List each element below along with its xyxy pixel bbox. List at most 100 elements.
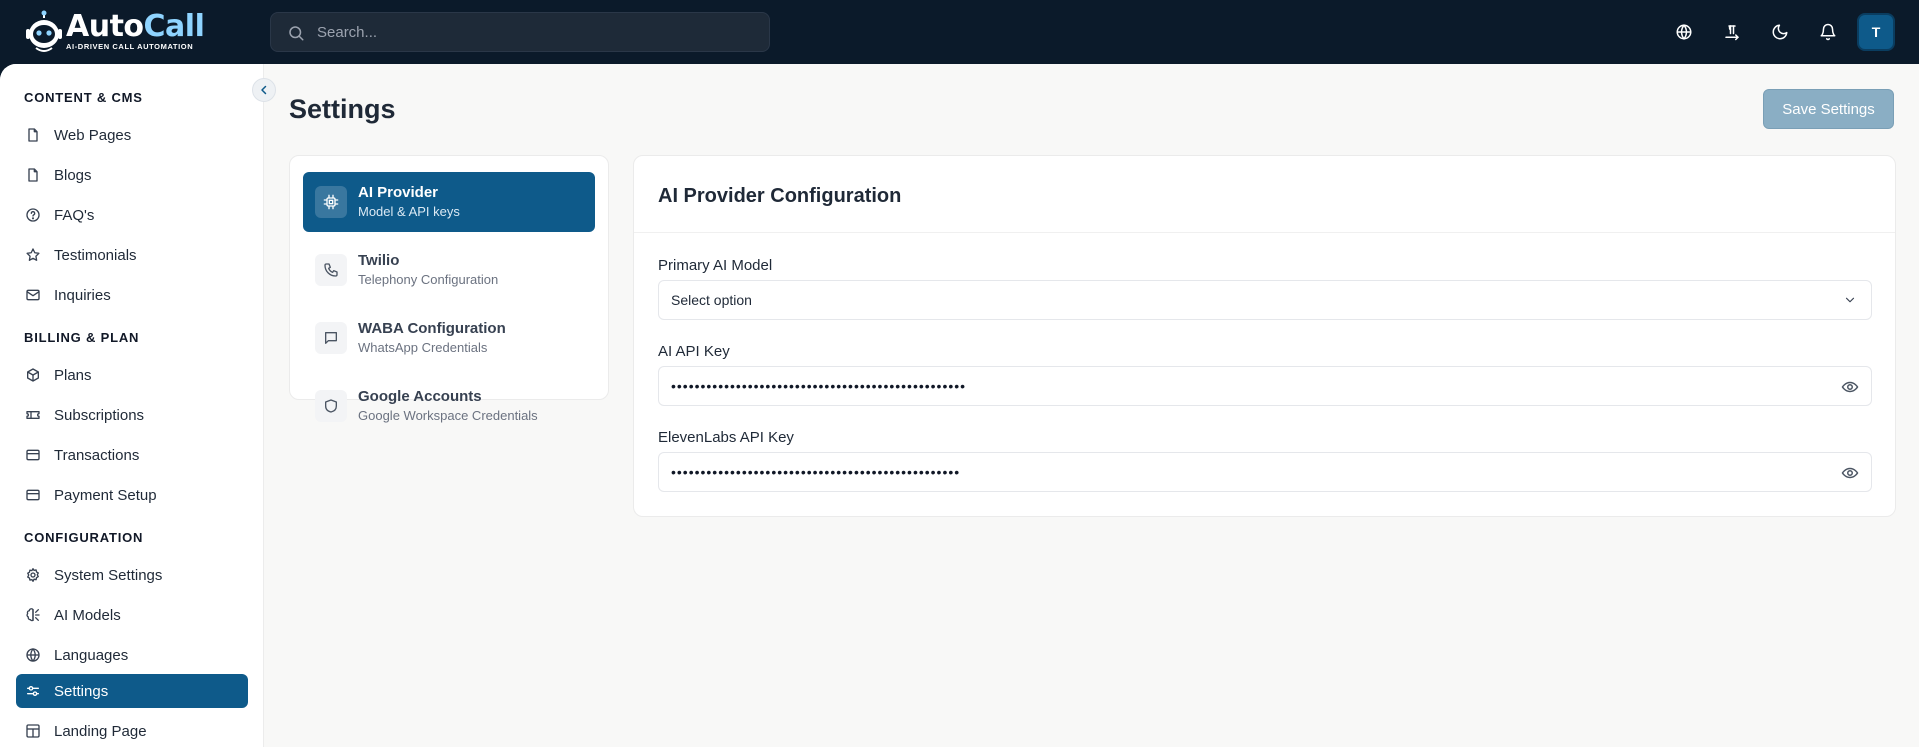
sidebar-item-testimonials[interactable]: Testimonials: [16, 238, 248, 272]
save-settings-button[interactable]: Save Settings: [1763, 89, 1894, 129]
sidebar-item-ai-models[interactable]: AI Models: [16, 598, 248, 632]
mail-icon: [25, 287, 41, 303]
message-square-icon: [315, 322, 347, 354]
sidebar-item-label: Languages: [54, 646, 129, 664]
package-icon: [25, 367, 41, 383]
tab-subtitle: Telephony Configuration: [358, 272, 499, 287]
elevenlabs-api-key-input[interactable]: [659, 453, 1819, 491]
elevenlabs-api-key-field: [658, 452, 1872, 492]
sidebar-item-label: Transactions: [54, 446, 140, 464]
theme-toggle-button[interactable]: [1768, 20, 1792, 44]
chevron-down-icon: [1845, 297, 1855, 303]
text-direction-button[interactable]: [1720, 20, 1744, 44]
globe-icon: [25, 647, 41, 663]
tab-twilio[interactable]: Twilio Telephony Configuration: [303, 240, 595, 300]
chevron-left-icon: [261, 85, 267, 95]
tab-title: Google Accounts: [358, 388, 482, 405]
sidebar-item-plans[interactable]: Plans: [16, 358, 248, 392]
bell-icon: [1820, 23, 1836, 41]
sidebar-item-label: Blogs: [54, 166, 92, 184]
ai-api-key-label: AI API Key: [658, 343, 730, 360]
sidebar-item-label: Plans: [54, 366, 92, 384]
sidebar-section-title: BILLING & PLAN: [24, 330, 140, 345]
eye-icon[interactable]: [1841, 378, 1859, 396]
sidebar-item-label: AI Models: [54, 606, 121, 624]
sidebar-item-label: Testimonials: [54, 246, 137, 264]
tab-title: AI Provider: [358, 184, 439, 201]
moon-icon: [1772, 24, 1788, 40]
brain-icon: [25, 607, 41, 623]
globe-icon: [1676, 24, 1692, 40]
primary-model-label: Primary AI Model: [658, 257, 773, 274]
sidebar-item-label: FAQ's: [54, 206, 95, 224]
tab-subtitle: Google Workspace Credentials: [358, 408, 538, 423]
star-icon: [25, 247, 41, 263]
sidebar-item-blogs[interactable]: Blogs: [16, 158, 248, 192]
shield-icon: [315, 390, 347, 422]
phone-icon: [315, 254, 347, 286]
sidebar-item-label: Subscriptions: [54, 406, 145, 424]
sidebar-item-label: Payment Setup: [54, 486, 157, 504]
sliders-icon: [25, 683, 41, 699]
ai-api-key-field: [658, 366, 1872, 406]
search-bar: [270, 12, 770, 52]
tab-ai-provider[interactable]: AI Provider Model & API keys: [303, 172, 595, 232]
sidebar-item-settings[interactable]: Settings: [16, 674, 248, 708]
user-avatar[interactable]: T: [1857, 13, 1895, 51]
help-circle-icon: [25, 207, 41, 223]
cpu-icon: [315, 186, 347, 218]
config-header: AI Provider Configuration: [634, 156, 1895, 233]
search-icon: [289, 26, 304, 41]
notifications-button[interactable]: [1816, 20, 1840, 44]
sidebar: CONTENT & CMS Web Pages Blogs FAQ's Test…: [0, 64, 264, 747]
sidebar-item-subscriptions[interactable]: Subscriptions: [16, 398, 248, 432]
search-input[interactable]: [317, 13, 757, 51]
tab-title: WABA Configuration: [358, 320, 506, 337]
layout-icon: [25, 723, 41, 739]
brand-tagline: AI-DRIVEN CALL AUTOMATION: [66, 42, 194, 51]
sidebar-item-label: Settings: [54, 682, 109, 700]
text-direction-icon: [1725, 25, 1739, 41]
credit-card-icon: [25, 487, 41, 503]
sidebar-item-label: Inquiries: [54, 286, 111, 304]
sidebar-item-label: Web Pages: [54, 126, 132, 144]
tab-waba-configuration[interactable]: WABA Configuration WhatsApp Credentials: [303, 308, 595, 368]
brand-logo[interactable]: AutoCall AI-DRIVEN CALL AUTOMATION: [24, 10, 205, 54]
sidebar-item-inquiries[interactable]: Inquiries: [16, 278, 248, 312]
tab-google-accounts[interactable]: Google Accounts Google Workspace Credent…: [303, 376, 595, 436]
sidebar-item-system-settings[interactable]: System Settings: [16, 558, 248, 592]
ai-api-key-input[interactable]: [659, 367, 1819, 405]
primary-model-value: Select option: [671, 292, 752, 308]
ticket-icon: [25, 407, 41, 423]
ai-provider-config-panel: AI Provider Configuration Primary AI Mod…: [633, 155, 1896, 517]
config-title: AI Provider Configuration: [658, 185, 902, 207]
tab-subtitle: WhatsApp Credentials: [358, 340, 488, 355]
tab-title: Twilio: [358, 252, 400, 269]
settings-tabs-panel: AI Provider Model & API keys Twilio Tele…: [289, 155, 609, 423]
elevenlabs-api-key-label: ElevenLabs API Key: [658, 429, 794, 446]
language-button[interactable]: [1672, 20, 1696, 44]
credit-card-icon: [25, 447, 41, 463]
eye-icon[interactable]: [1841, 464, 1859, 482]
sidebar-item-web-pages[interactable]: Web Pages: [16, 118, 248, 152]
page-title: Settings: [289, 94, 396, 124]
top-bar: AutoCall AI-DRIVEN CALL AUTOMATION T: [0, 0, 1919, 64]
file-icon: [25, 167, 41, 183]
sidebar-item-languages[interactable]: Languages: [16, 638, 248, 672]
sidebar-item-label: System Settings: [54, 566, 163, 584]
sidebar-section-title: CONTENT & CMS: [24, 90, 143, 105]
collapse-sidebar-button[interactable]: [252, 78, 276, 102]
sidebar-item-faqs[interactable]: FAQ's: [16, 198, 248, 232]
sidebar-item-transactions[interactable]: Transactions: [16, 438, 248, 472]
file-icon: [25, 127, 41, 143]
robot-logo-icon: [26, 10, 62, 52]
app-shell: CONTENT & CMS Web Pages Blogs FAQ's Test…: [0, 64, 1919, 747]
sidebar-item-label: Landing Page: [54, 722, 147, 740]
sidebar-section-title: CONFIGURATION: [24, 530, 144, 545]
tab-subtitle: Model & API keys: [358, 204, 460, 219]
primary-model-select[interactable]: Select option: [658, 280, 1872, 320]
sidebar-item-landing-page[interactable]: Landing Page: [16, 714, 248, 747]
gear-icon: [25, 567, 41, 583]
brand-name: AutoCall: [66, 9, 205, 44]
sidebar-item-payment-setup[interactable]: Payment Setup: [16, 478, 248, 512]
